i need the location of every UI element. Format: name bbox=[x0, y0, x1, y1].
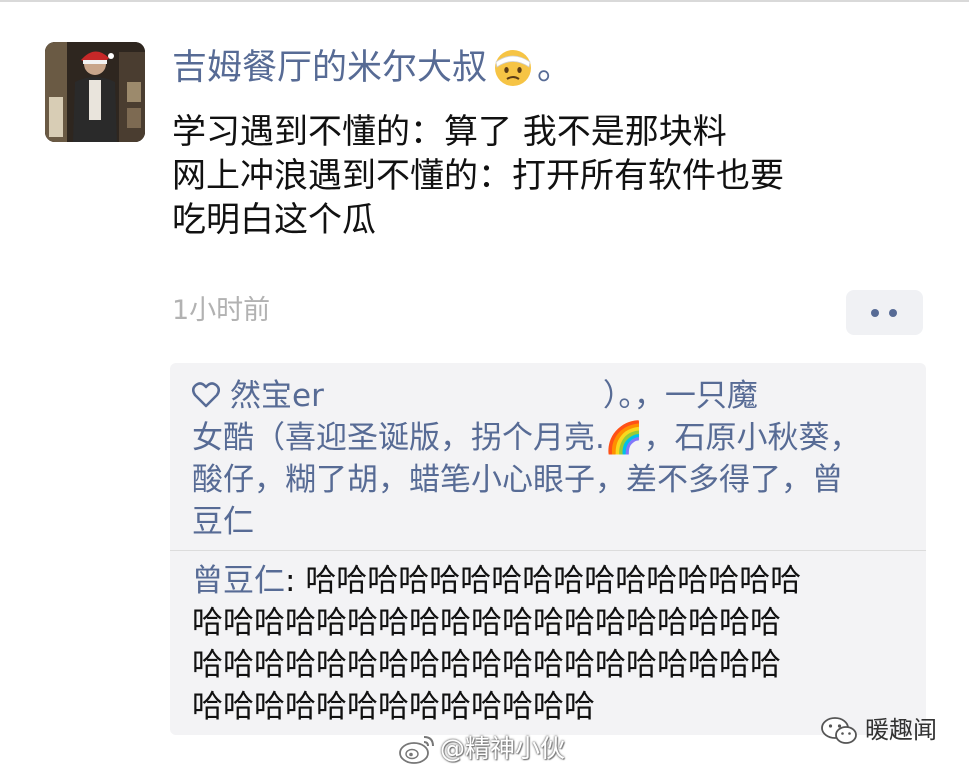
likes-names[interactable]: 然宝er ）。，一只魔 bbox=[230, 378, 758, 414]
comment-item[interactable]: 曾豆仁: 哈哈哈哈哈哈哈哈哈哈哈哈哈哈哈哈 哈哈哈哈哈哈哈哈哈哈哈哈哈哈哈哈哈哈… bbox=[192, 560, 906, 728]
comment-text: 哈哈哈哈哈哈哈哈哈哈哈哈哈哈哈哈 bbox=[305, 563, 802, 599]
avatar[interactable] bbox=[45, 42, 145, 142]
wechat-account-watermark: 暖趣闻 bbox=[865, 716, 937, 744]
username-text[interactable]: 吉姆餐厅的米尔大叔 bbox=[172, 44, 487, 92]
likes-line[interactable]: 酸仔，糊了胡，蜡笔小心眼子，差不多得了，曾 bbox=[192, 459, 904, 501]
username-suffix: 。 bbox=[537, 48, 573, 88]
more-actions-button[interactable] bbox=[846, 290, 923, 335]
post-timestamp: 1小时前 bbox=[172, 295, 271, 326]
comment-line: 曾豆仁: 哈哈哈哈哈哈哈哈哈哈哈哈哈哈哈哈 bbox=[192, 560, 906, 602]
heart-icon bbox=[192, 382, 220, 408]
post-username[interactable]: 吉姆餐厅的米尔大叔 。 bbox=[172, 44, 572, 92]
weibo-logo-icon bbox=[399, 736, 434, 764]
likes-line[interactable]: 女酷（喜迎圣诞版，拐个月亮.🌈，石原小秋葵， bbox=[192, 417, 904, 459]
comment-line: 哈哈哈哈哈哈哈哈哈哈哈哈哈 bbox=[192, 689, 595, 725]
comment-line: 哈哈哈哈哈哈哈哈哈哈哈哈哈哈哈哈哈哈哈 bbox=[192, 605, 781, 641]
likes-line[interactable]: 豆仁 bbox=[192, 501, 904, 543]
dot-icon bbox=[889, 309, 897, 317]
post-line: 学习遇到不懂的：算了 我不是那块料 bbox=[172, 112, 727, 152]
likes-list: 然宝er ）。，一只魔 女酷（喜迎圣诞版，拐个月亮.🌈，石原小秋葵， 酸仔，糊了… bbox=[192, 375, 904, 543]
post-line: 吃明白这个瓜 bbox=[172, 200, 376, 240]
likes-line: 然宝er ）。，一只魔 bbox=[192, 375, 904, 417]
comment-separator: : bbox=[285, 563, 306, 599]
face-with-head-bandage-emoji bbox=[495, 50, 532, 86]
likes-comments-panel: 然宝er ）。，一只魔 女酷（喜迎圣诞版，拐个月亮.🌈，石原小秋葵， 酸仔，糊了… bbox=[170, 363, 926, 735]
weibo-handle-watermark: @精神小伙 bbox=[440, 734, 566, 763]
post-line: 网上冲浪遇到不懂的：打开所有软件也要 bbox=[172, 156, 784, 196]
comment-line: 哈哈哈哈哈哈哈哈哈哈哈哈哈哈哈哈哈哈哈 bbox=[192, 647, 781, 683]
comment-author[interactable]: 曾豆仁 bbox=[192, 563, 285, 599]
dot-icon bbox=[871, 309, 879, 317]
wechat-logo-icon bbox=[821, 717, 857, 744]
avatar-photo bbox=[45, 42, 145, 142]
post-content: 学习遇到不懂的：算了 我不是那块料 网上冲浪遇到不懂的：打开所有软件也要 吃明白… bbox=[172, 110, 912, 242]
top-divider bbox=[0, 0, 969, 2]
panel-divider bbox=[170, 550, 926, 551]
